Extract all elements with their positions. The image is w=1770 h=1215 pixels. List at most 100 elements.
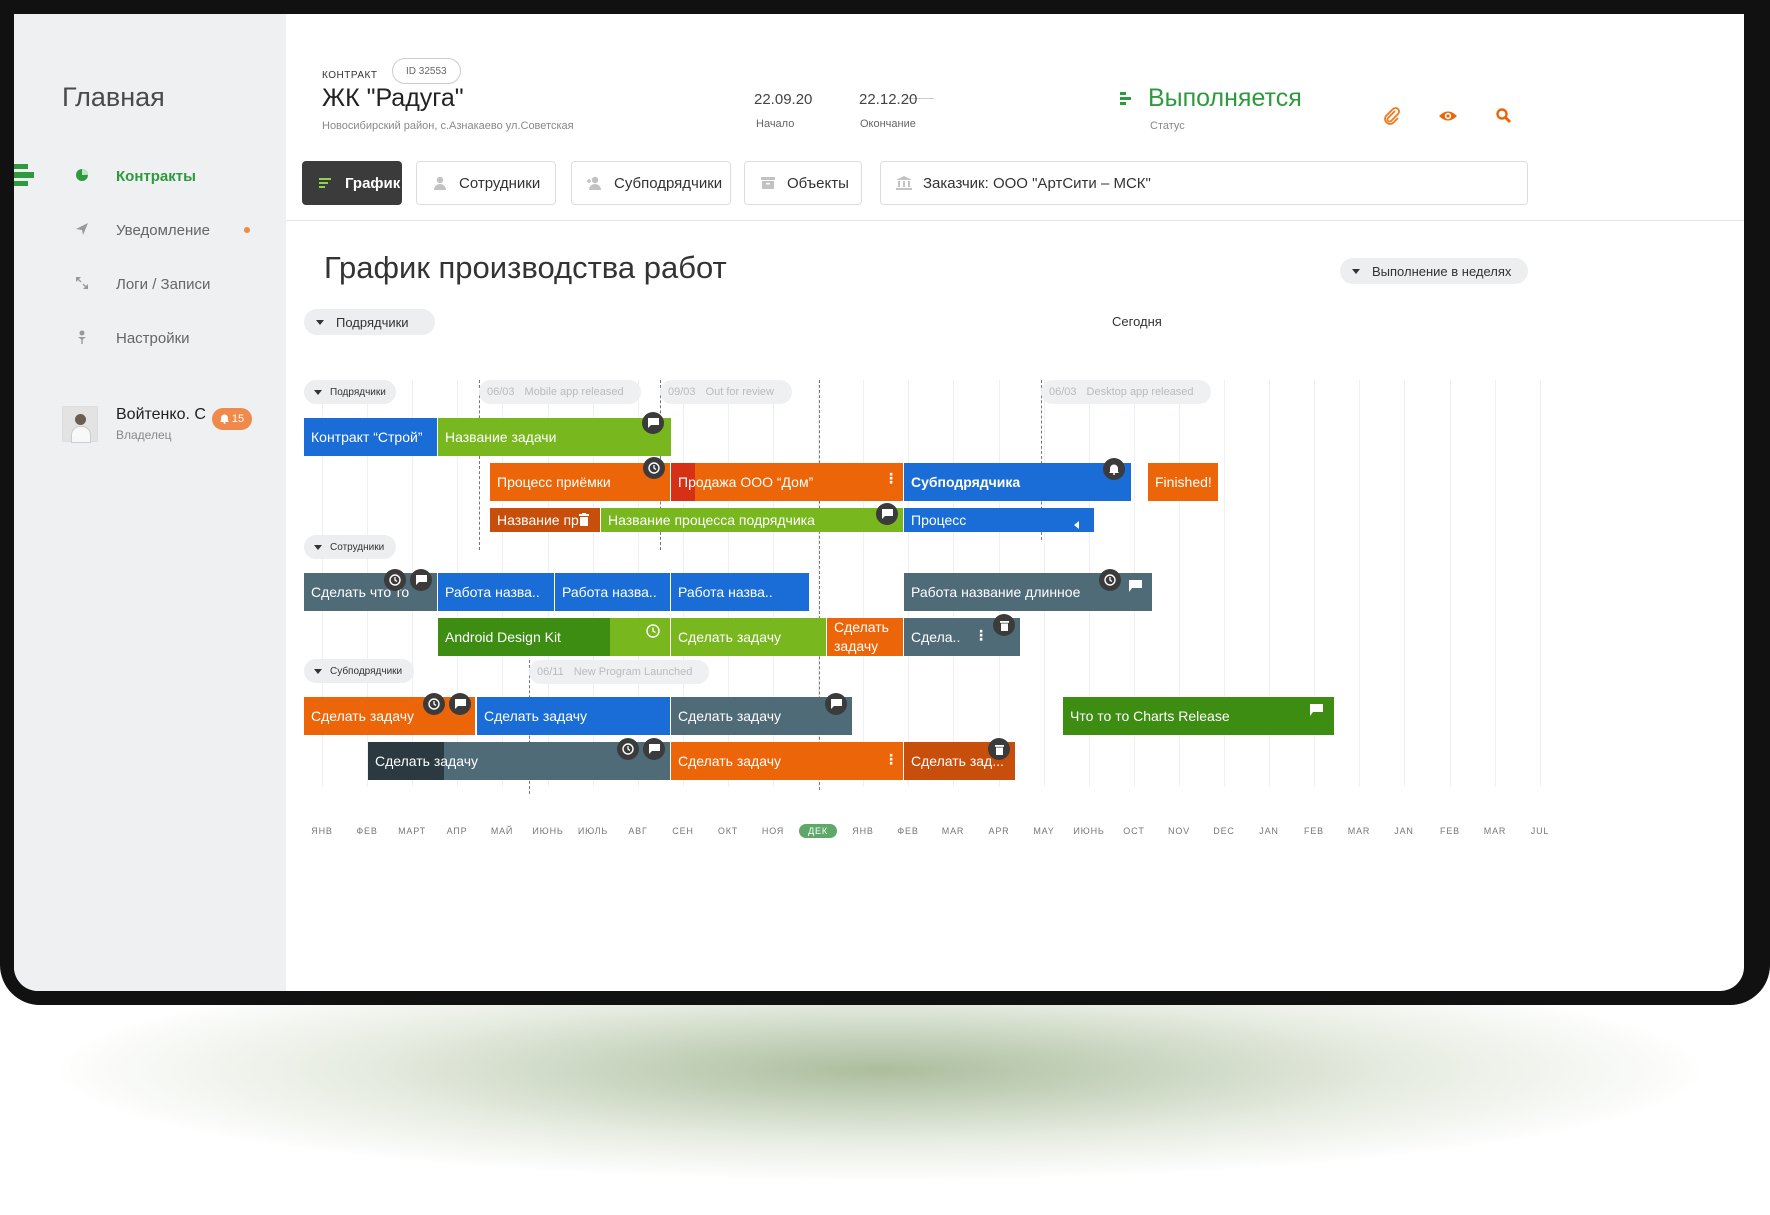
task-bar[interactable]: Субподрядчика: [904, 458, 1131, 501]
month-label[interactable]: ИЮЛЬ: [570, 826, 616, 836]
task-bar[interactable]: Процесс приёмки: [490, 457, 670, 501]
month-label[interactable]: АВГ: [615, 826, 661, 836]
customer-field[interactable]: Заказчик: ООО "АртСити – МСК": [880, 161, 1528, 205]
notification-badge[interactable]: 15: [212, 408, 252, 430]
month-label[interactable]: НОЯ: [750, 826, 796, 836]
month-label[interactable]: ИЮНЬ: [525, 826, 571, 836]
user-profile[interactable]: Войтенко. С Владелец 15: [62, 406, 282, 456]
month-label[interactable]: МАЙ: [479, 826, 525, 836]
task-bar[interactable]: Сделать задачу: [304, 693, 475, 735]
clock-icon[interactable]: [423, 693, 445, 715]
sidebar-item-logs[interactable]: Логи / Записи: [14, 264, 286, 304]
task-bar[interactable]: Название задачи: [438, 412, 671, 456]
tab-employees[interactable]: Сотрудники: [416, 161, 556, 205]
sidebar-item-contracts[interactable]: Контракты: [14, 156, 286, 196]
task-bar[interactable]: Работа название длинное: [904, 569, 1152, 611]
month-label[interactable]: JAN: [1381, 826, 1427, 836]
sidebar-item-notifications[interactable]: Уведомление: [14, 210, 286, 250]
month-label[interactable]: MAR: [930, 826, 976, 836]
month-label[interactable]: FEB: [1291, 826, 1337, 836]
task-bar[interactable]: Процесс: [904, 508, 1094, 532]
trash-icon[interactable]: [988, 738, 1010, 760]
filter-dropdown[interactable]: Подрядчики: [304, 309, 435, 335]
month-label[interactable]: MAY: [1021, 826, 1067, 836]
month-label[interactable]: ФЕВ: [885, 826, 931, 836]
comment-icon[interactable]: [643, 738, 665, 760]
clock-icon[interactable]: [646, 624, 660, 641]
task-bar[interactable]: Сделать задачу: [671, 693, 852, 735]
month-label[interactable]: FEB: [1427, 826, 1473, 836]
tab-objects[interactable]: Объекты: [744, 161, 862, 205]
task-bar[interactable]: Сделать задачу: [671, 618, 826, 656]
clock-icon[interactable]: [1099, 569, 1121, 591]
view-button[interactable]: [1438, 106, 1466, 134]
task-bar[interactable]: Название пр: [490, 508, 600, 532]
more-menu-icon[interactable]: ⋮: [974, 627, 988, 644]
group-toggle-employees[interactable]: Сотрудники: [304, 535, 396, 559]
task-bar[interactable]: Сделать что то: [304, 569, 437, 611]
more-menu-icon[interactable]: ⋮: [884, 470, 898, 487]
task-bar[interactable]: Работа назва..: [438, 573, 554, 611]
month-label[interactable]: СЕН: [660, 826, 706, 836]
current-month-label[interactable]: ДЕК: [799, 824, 837, 838]
task-bar[interactable]: Продажа ООО “Дом” ⋮: [671, 463, 903, 501]
month-label[interactable]: DEC: [1201, 826, 1247, 836]
attach-button[interactable]: [1382, 106, 1410, 134]
month-label[interactable]: NOV: [1156, 826, 1202, 836]
tab-schedule[interactable]: График: [302, 161, 402, 205]
group-toggle-contractors[interactable]: Подрядчики: [304, 380, 396, 404]
month-label[interactable]: ЯНВ: [840, 826, 886, 836]
archive-icon: [759, 177, 777, 189]
bell-icon[interactable]: [1103, 458, 1125, 480]
month-label[interactable]: MAR: [1336, 826, 1382, 836]
task-bar[interactable]: Контракт “Строй”: [304, 418, 437, 456]
task-bar[interactable]: Сдела.. ⋮: [904, 614, 1020, 656]
month-label[interactable]: АПР: [434, 826, 480, 836]
comment-icon[interactable]: [876, 503, 898, 525]
milestone[interactable]: 06/11 New Program Launched: [529, 660, 709, 684]
clock-icon[interactable]: [617, 738, 639, 760]
milestone[interactable]: 06/03 Mobile app released: [479, 380, 641, 404]
group-toggle-subcontractors[interactable]: Субподрядчики: [304, 659, 414, 683]
task-bar[interactable]: Название процесса подрядчика: [601, 503, 903, 532]
month-label[interactable]: APR: [976, 826, 1022, 836]
more-menu-icon[interactable]: ⋮: [884, 751, 898, 768]
task-bar[interactable]: Finished!: [1148, 463, 1218, 501]
milestone[interactable]: 09/03 Out for review: [660, 380, 792, 404]
month-label[interactable]: OCT: [1111, 826, 1157, 836]
comment-icon[interactable]: [449, 693, 471, 715]
task-bar[interactable]: Работа назва..: [671, 573, 809, 611]
task-bar[interactable]: Сделать задачу: [827, 618, 903, 656]
month-label[interactable]: ФЕВ: [344, 826, 390, 836]
comment-icon[interactable]: [642, 412, 664, 434]
task-bar[interactable]: Сделать задачу ⋮: [671, 742, 903, 780]
month-label[interactable]: JUL: [1517, 826, 1563, 836]
end-date-label: Окончание: [860, 118, 916, 130]
month-label[interactable]: ЯНВ: [299, 826, 345, 836]
milestone[interactable]: 06/03 Desktop app released: [1041, 380, 1211, 404]
comment-icon[interactable]: [1310, 703, 1323, 719]
month-label[interactable]: JAN: [1246, 826, 1292, 836]
month-label[interactable]: ОКТ: [705, 826, 751, 836]
clock-icon[interactable]: [384, 569, 406, 591]
sidebar-item-settings[interactable]: Настройки: [14, 318, 286, 358]
caret-left-icon[interactable]: [1074, 516, 1080, 532]
view-mode-dropdown[interactable]: Выполнение в неделях: [1340, 258, 1528, 284]
trash-icon[interactable]: [579, 513, 589, 529]
comment-icon[interactable]: [1129, 579, 1142, 595]
task-bar[interactable]: Сделать задачу: [477, 697, 670, 735]
trash-icon[interactable]: [993, 614, 1015, 636]
comment-icon[interactable]: [825, 693, 847, 715]
task-bar[interactable]: Сделать задачу: [368, 738, 670, 780]
tab-subcontractors[interactable]: Субподрядчики: [571, 161, 731, 205]
task-bar[interactable]: Android Design Kit: [438, 618, 670, 656]
search-button[interactable]: [1494, 106, 1522, 134]
task-bar[interactable]: Работа назва..: [555, 573, 670, 611]
comment-icon[interactable]: [410, 569, 432, 591]
task-bar[interactable]: Что то то Charts Release: [1063, 697, 1334, 735]
month-label[interactable]: МАРТ: [389, 826, 435, 836]
month-label[interactable]: MAR: [1472, 826, 1518, 836]
clock-icon[interactable]: [643, 457, 665, 479]
task-bar[interactable]: Сделать зад...: [904, 738, 1015, 780]
month-label[interactable]: ИЮНЬ: [1066, 826, 1112, 836]
